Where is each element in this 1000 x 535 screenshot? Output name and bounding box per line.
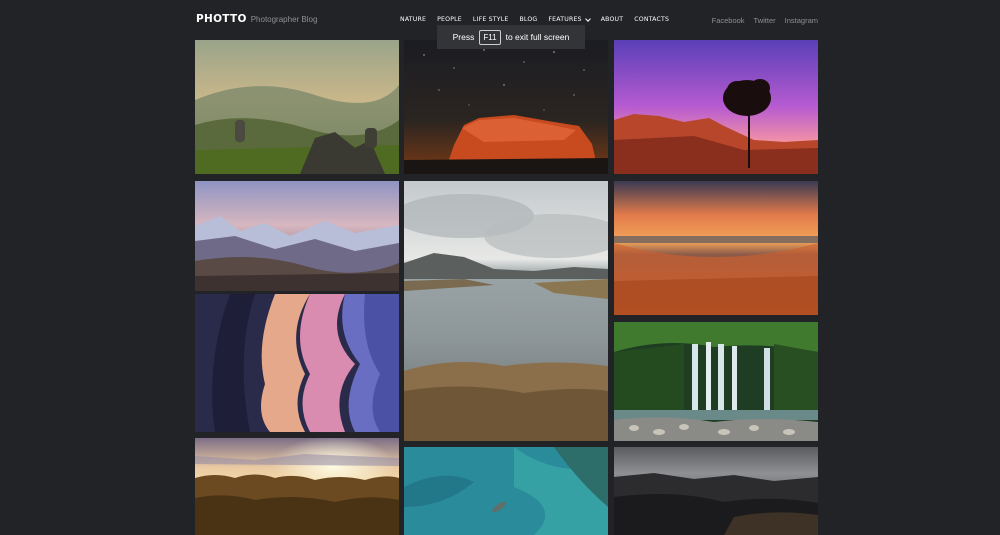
nav-item-people[interactable]: PEOPLE bbox=[437, 16, 462, 23]
waterfall-photo[interactable] bbox=[614, 322, 818, 441]
toast-rest-text: to exit full screen bbox=[505, 32, 570, 42]
instagram-link[interactable]: Instagram bbox=[785, 16, 818, 25]
nav-item-contacts[interactable]: CONTACTS bbox=[634, 16, 669, 23]
social-links: Facebook Twitter Instagram bbox=[712, 16, 818, 25]
nav-item-about[interactable]: ABOUT bbox=[601, 16, 624, 23]
nav-item-lifestyle[interactable]: LIFE STYLE bbox=[473, 16, 509, 23]
starry-rock-photo[interactable] bbox=[404, 40, 608, 174]
orange-beach-sunset-photo[interactable] bbox=[614, 181, 818, 315]
site-logo[interactable]: PHOTTO Photographer Blog bbox=[196, 13, 317, 25]
logo-brand: PHOTTO bbox=[196, 13, 247, 25]
purple-sunset-tree-photo[interactable] bbox=[614, 40, 818, 174]
facebook-link[interactable]: Facebook bbox=[712, 16, 745, 25]
twitter-link[interactable]: Twitter bbox=[754, 16, 776, 25]
nav-item-blog[interactable]: BLOG bbox=[519, 16, 537, 23]
toast-press-text: Press bbox=[452, 32, 475, 42]
nav-item-nature[interactable]: NATURE bbox=[400, 16, 426, 23]
snowy-mountains-photo[interactable] bbox=[195, 181, 399, 291]
toast-key: F11 bbox=[479, 29, 501, 45]
mountain-valley-photo[interactable] bbox=[195, 40, 399, 174]
dark-mountain-photo[interactable] bbox=[614, 447, 818, 535]
logo-tagline: Photographer Blog bbox=[250, 15, 318, 24]
nav-item-features[interactable]: FEATURES bbox=[548, 15, 591, 23]
turquoise-sea-boat-photo[interactable] bbox=[404, 447, 608, 535]
chevron-down-icon bbox=[584, 15, 591, 22]
forest-sunrise-photo[interactable] bbox=[195, 438, 399, 535]
nav-item-features-label: FEATURES bbox=[548, 16, 582, 23]
canyon-photo[interactable] bbox=[195, 294, 399, 432]
cloudy-lake-photo[interactable] bbox=[404, 181, 608, 441]
main-nav: NATURE PEOPLE LIFE STYLE BLOG FEATURES A… bbox=[400, 15, 669, 23]
fullscreen-toast: Press F11 to exit full screen bbox=[437, 25, 585, 49]
